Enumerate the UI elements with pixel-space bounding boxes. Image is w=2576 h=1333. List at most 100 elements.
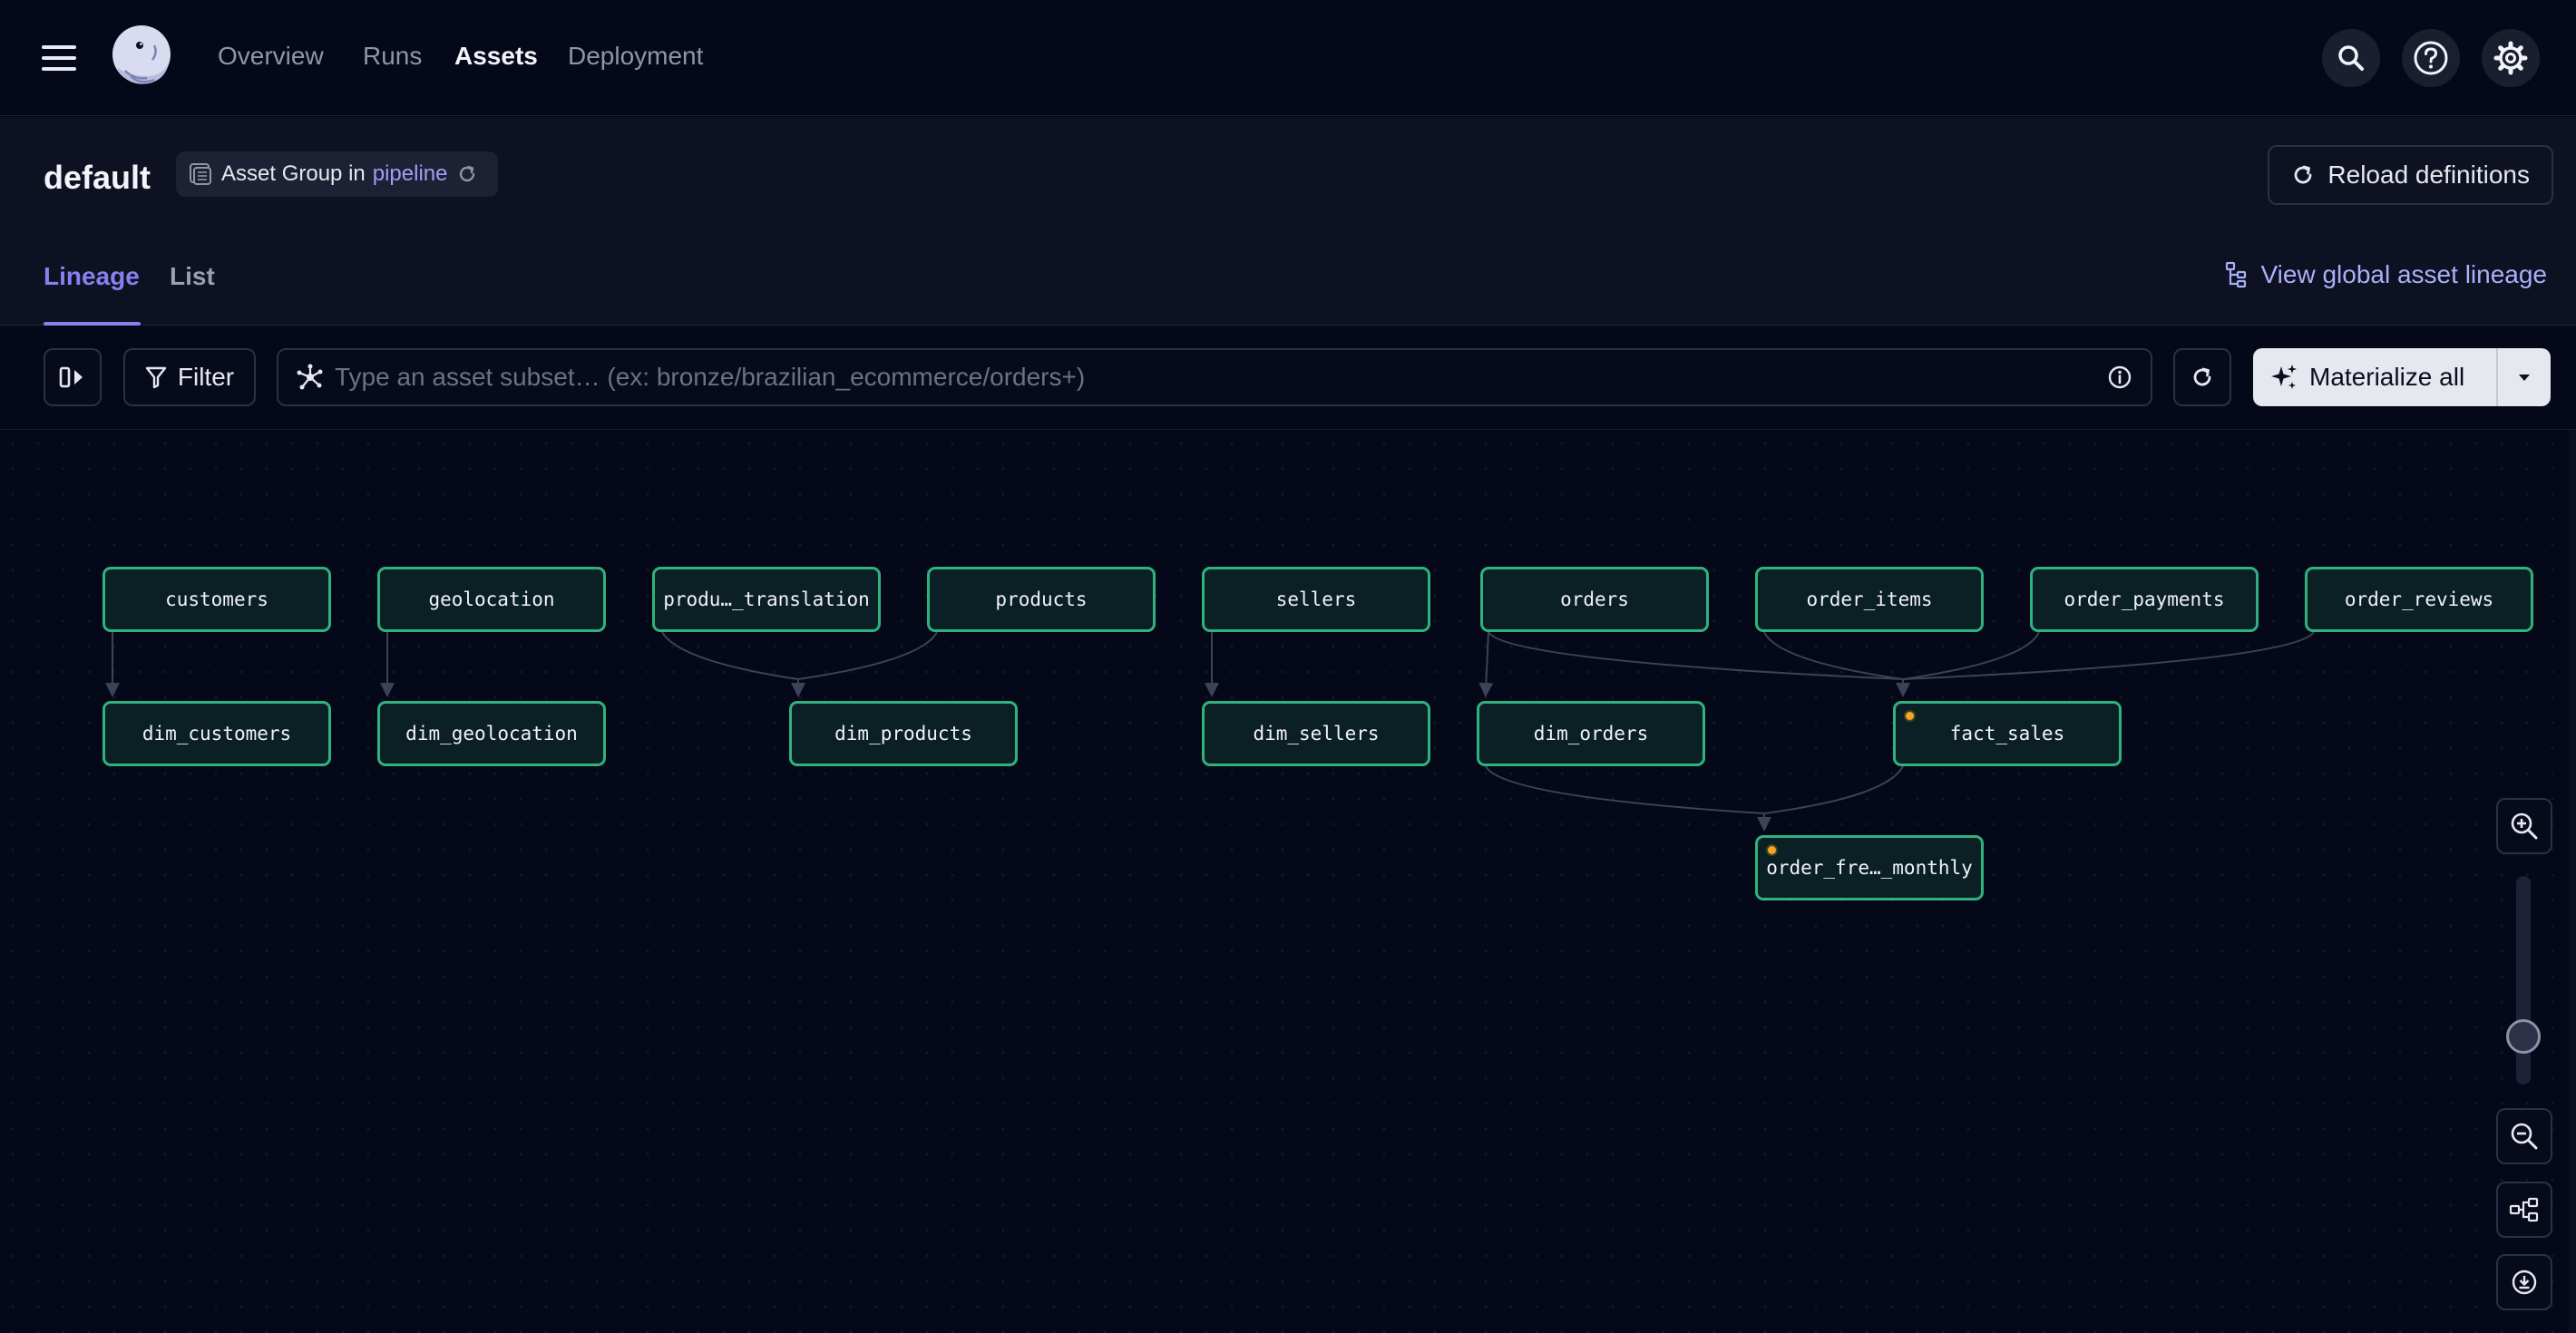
caret-down-icon xyxy=(2519,375,2530,381)
asset-node-label: sellers xyxy=(1275,589,1357,610)
asset-node-dim-customers[interactable]: dim_customers xyxy=(102,701,331,766)
asset-node-sellers[interactable]: sellers xyxy=(1202,567,1430,632)
materialize-all-button-group: Materialize all xyxy=(2253,348,2551,406)
asset-node-label: order_payments xyxy=(2064,589,2225,610)
zoom-out-button[interactable] xyxy=(2496,1108,2552,1164)
asset-selection-input-wrapper xyxy=(277,348,2152,406)
edge-fact-sales-monthly xyxy=(1763,765,1904,814)
toggle-sidebar-button[interactable] xyxy=(44,348,102,406)
asset-node-label: customers xyxy=(165,589,268,610)
asset-node-order-monthly[interactable]: order_fre…_monthly xyxy=(1755,835,1984,900)
asset-selection-icon xyxy=(297,364,323,390)
edge-products-dim-products xyxy=(797,631,938,680)
asset-node-order-reviews[interactable]: order_reviews xyxy=(2305,567,2533,632)
edge-orders-dim-orders xyxy=(1478,631,1494,697)
graph-toolbar: Filter Type an asset subset… (ex: bronze… xyxy=(0,326,2576,430)
filter-icon xyxy=(145,366,167,389)
asset-node-label: dim_geolocation xyxy=(405,723,578,744)
download-graph-button[interactable] xyxy=(2496,1254,2552,1310)
vertical-scrollbar[interactable] xyxy=(2569,431,2576,1333)
top-navigation: Overview Runs Assets Deployment xyxy=(0,0,2576,116)
nav-assets[interactable]: Assets xyxy=(454,42,538,71)
page-header: default Asset Group in pipeline Reload d… xyxy=(0,117,2576,326)
tab-lineage[interactable]: Lineage xyxy=(44,262,140,291)
filter-button[interactable]: Filter xyxy=(123,348,256,406)
settings-button[interactable] xyxy=(2482,29,2540,87)
code-location-link[interactable]: pipeline xyxy=(373,161,448,187)
zoom-out-icon xyxy=(2511,1123,2538,1150)
asset-group-tag: Asset Group in pipeline xyxy=(176,151,499,197)
asset-node-label: fact_sales xyxy=(1949,723,2065,744)
asset-node-order-items[interactable]: order_items xyxy=(1755,567,1984,632)
expand-sidebar-icon xyxy=(59,366,83,388)
refresh-graph-button[interactable] xyxy=(2173,348,2231,406)
materialize-all-button[interactable]: Materialize all xyxy=(2253,348,2496,406)
zoom-in-icon xyxy=(2511,812,2538,840)
asset-node-products[interactable]: products xyxy=(927,567,1156,632)
tab-list[interactable]: List xyxy=(170,262,215,291)
menu-icon[interactable] xyxy=(40,40,78,76)
edge-translation-dim-products xyxy=(661,631,805,697)
asset-node-label: dim_customers xyxy=(141,723,292,744)
view-global-lineage-label: View global asset lineage xyxy=(2260,260,2547,288)
stale-status-dot xyxy=(1768,846,1776,854)
asset-group-icon xyxy=(190,163,211,185)
materialize-options-button[interactable] xyxy=(2496,348,2551,406)
nav-overview[interactable]: Overview xyxy=(218,42,324,71)
asset-node-label: dim_products xyxy=(834,723,972,744)
materialize-all-label: Materialize all xyxy=(2309,363,2465,391)
nav-deployment[interactable]: Deployment xyxy=(568,42,703,71)
sparkle-icon xyxy=(2271,365,2297,389)
dagster-logo[interactable] xyxy=(107,24,176,92)
asset-node-label: orders xyxy=(1560,589,1629,610)
layout-direction-button[interactable] xyxy=(2496,1182,2552,1238)
reload-definitions-button[interactable]: Reload definitions xyxy=(2268,145,2553,205)
search-button[interactable] xyxy=(2322,29,2380,87)
asset-selection-input[interactable] xyxy=(335,363,2107,392)
asset-node-product-translation[interactable]: produ…_translation xyxy=(652,567,881,632)
search-icon xyxy=(2338,45,2364,71)
info-icon[interactable] xyxy=(2107,365,2132,390)
asset-node-geolocation[interactable]: geolocation xyxy=(377,567,606,632)
zoom-in-button[interactable] xyxy=(2496,798,2552,854)
view-global-lineage-link[interactable]: View global asset lineage xyxy=(2225,260,2547,289)
active-tab-indicator xyxy=(44,322,141,326)
asset-graph-canvas[interactable]: customers geolocation produ…_translation… xyxy=(0,431,2576,1333)
nav-runs[interactable]: Runs xyxy=(363,42,422,71)
asset-node-fact-sales[interactable]: fact_sales xyxy=(1893,701,2122,766)
asset-node-label: products xyxy=(995,589,1088,610)
asset-node-label: order_reviews xyxy=(2344,589,2494,610)
asset-node-order-payments[interactable]: order_payments xyxy=(2030,567,2259,632)
asset-node-label: dim_orders xyxy=(1533,723,1649,744)
zoom-slider-handle[interactable] xyxy=(2506,1019,2541,1054)
edge-dim-orders-monthly xyxy=(1485,765,1771,832)
lineage-icon xyxy=(2225,261,2246,288)
download-icon xyxy=(2512,1270,2537,1295)
refresh-icon xyxy=(2193,367,2211,386)
asset-node-customers[interactable]: customers xyxy=(102,567,331,632)
asset-node-label: order_items xyxy=(1806,589,1933,610)
page-title: default xyxy=(44,159,151,196)
asset-node-label: order_fre…_monthly xyxy=(1766,857,1973,879)
reload-definitions-label: Reload definitions xyxy=(2327,161,2530,189)
reload-location-icon[interactable] xyxy=(456,163,478,185)
stale-status-dot xyxy=(1906,712,1914,720)
edge-order-items-fact-sales xyxy=(1763,631,1904,680)
asset-node-dim-orders[interactable]: dim_orders xyxy=(1477,701,1705,766)
asset-node-dim-products[interactable]: dim_products xyxy=(789,701,1018,766)
asset-node-label: dim_sellers xyxy=(1253,723,1380,744)
asset-node-label: produ…_translation xyxy=(663,589,870,610)
asset-node-orders[interactable]: orders xyxy=(1480,567,1709,632)
help-icon xyxy=(2414,41,2448,75)
asset-node-dim-sellers[interactable]: dim_sellers xyxy=(1202,701,1430,766)
asset-group-label: Asset Group in xyxy=(221,161,366,186)
refresh-icon xyxy=(2295,165,2312,184)
edge-order-payments-fact-sales xyxy=(1902,631,2040,680)
asset-node-label: geolocation xyxy=(428,589,555,610)
filter-label: Filter xyxy=(177,363,235,391)
edge-order-reviews-fact-sales xyxy=(1902,631,2315,680)
gear-icon xyxy=(2493,41,2528,75)
help-button[interactable] xyxy=(2402,29,2460,87)
asset-node-dim-geolocation[interactable]: dim_geolocation xyxy=(377,701,606,766)
edge-orders-fact-sales xyxy=(1488,631,1910,697)
